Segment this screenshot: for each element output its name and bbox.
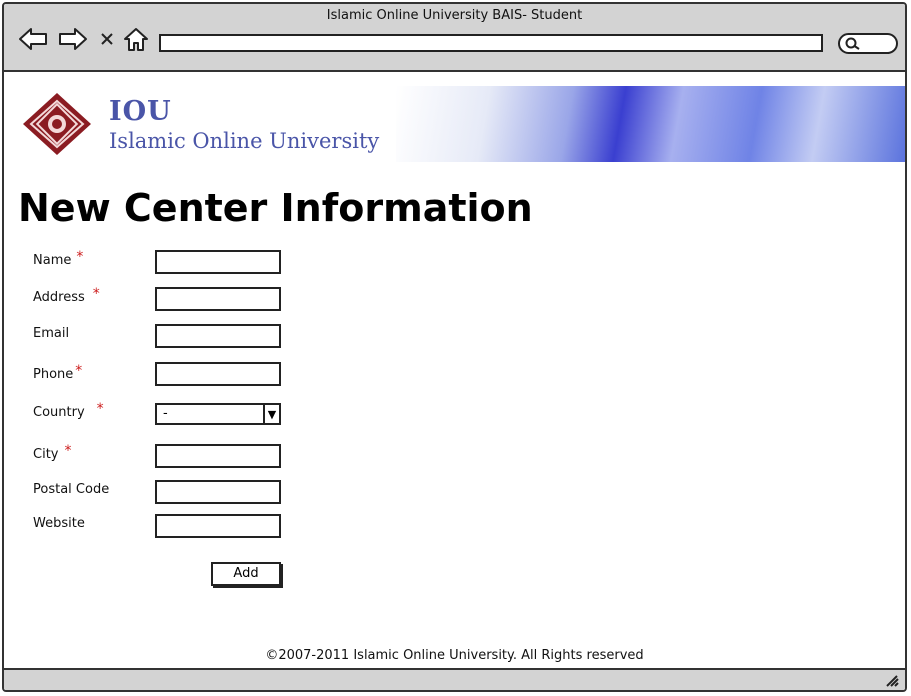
home-icon[interactable]	[122, 26, 152, 52]
phone-label: Phone *	[33, 363, 83, 382]
page-title: New Center Information	[18, 186, 533, 230]
close-icon[interactable]	[98, 26, 118, 52]
country-selected-value: -	[163, 406, 168, 421]
address-bar[interactable]	[159, 34, 823, 52]
chevron-down-icon[interactable]: ▼	[263, 405, 279, 423]
name-label: Name *	[33, 249, 84, 268]
search-button[interactable]	[838, 33, 898, 54]
add-button[interactable]: Add	[211, 562, 281, 586]
status-bar	[4, 668, 905, 690]
brand-abbreviation: IOU	[109, 96, 172, 127]
iou-logo	[23, 93, 91, 155]
website-input[interactable]	[155, 514, 281, 538]
name-input[interactable]	[155, 250, 281, 274]
browser-toolbar: Islamic Online University BAIS- Student	[4, 4, 905, 72]
address-label: Address *	[33, 286, 100, 305]
site-banner: IOU Islamic Online University	[16, 86, 905, 162]
banner-artwork	[396, 86, 905, 162]
phone-input[interactable]	[155, 362, 281, 386]
postal-code-input[interactable]	[155, 480, 281, 504]
window-title: Islamic Online University BAIS- Student	[326, 8, 583, 23]
back-arrow-icon[interactable]	[18, 26, 48, 52]
required-marker: *	[96, 401, 104, 417]
resize-grip-icon[interactable]	[885, 673, 899, 687]
search-icon	[845, 37, 860, 50]
required-marker: *	[76, 249, 84, 265]
email-label: Email	[33, 326, 70, 341]
city-input[interactable]	[155, 444, 281, 468]
browser-window: Islamic Online University BAIS- Student …	[2, 2, 907, 692]
email-input[interactable]	[155, 324, 281, 348]
brand-name: Islamic Online University	[109, 129, 380, 153]
forward-arrow-icon[interactable]	[58, 26, 88, 52]
required-marker: *	[92, 286, 100, 302]
required-marker: *	[75, 363, 83, 379]
required-marker: *	[64, 443, 72, 459]
city-label: City *	[33, 443, 72, 462]
postal-code-label: Postal Code	[33, 482, 110, 497]
country-select[interactable]: - ▼	[155, 403, 281, 425]
website-label: Website	[33, 516, 85, 531]
address-input[interactable]	[155, 287, 281, 311]
footer-copyright: ©2007-2011 Islamic Online University. Al…	[265, 648, 644, 663]
country-label: Country *	[33, 401, 104, 420]
